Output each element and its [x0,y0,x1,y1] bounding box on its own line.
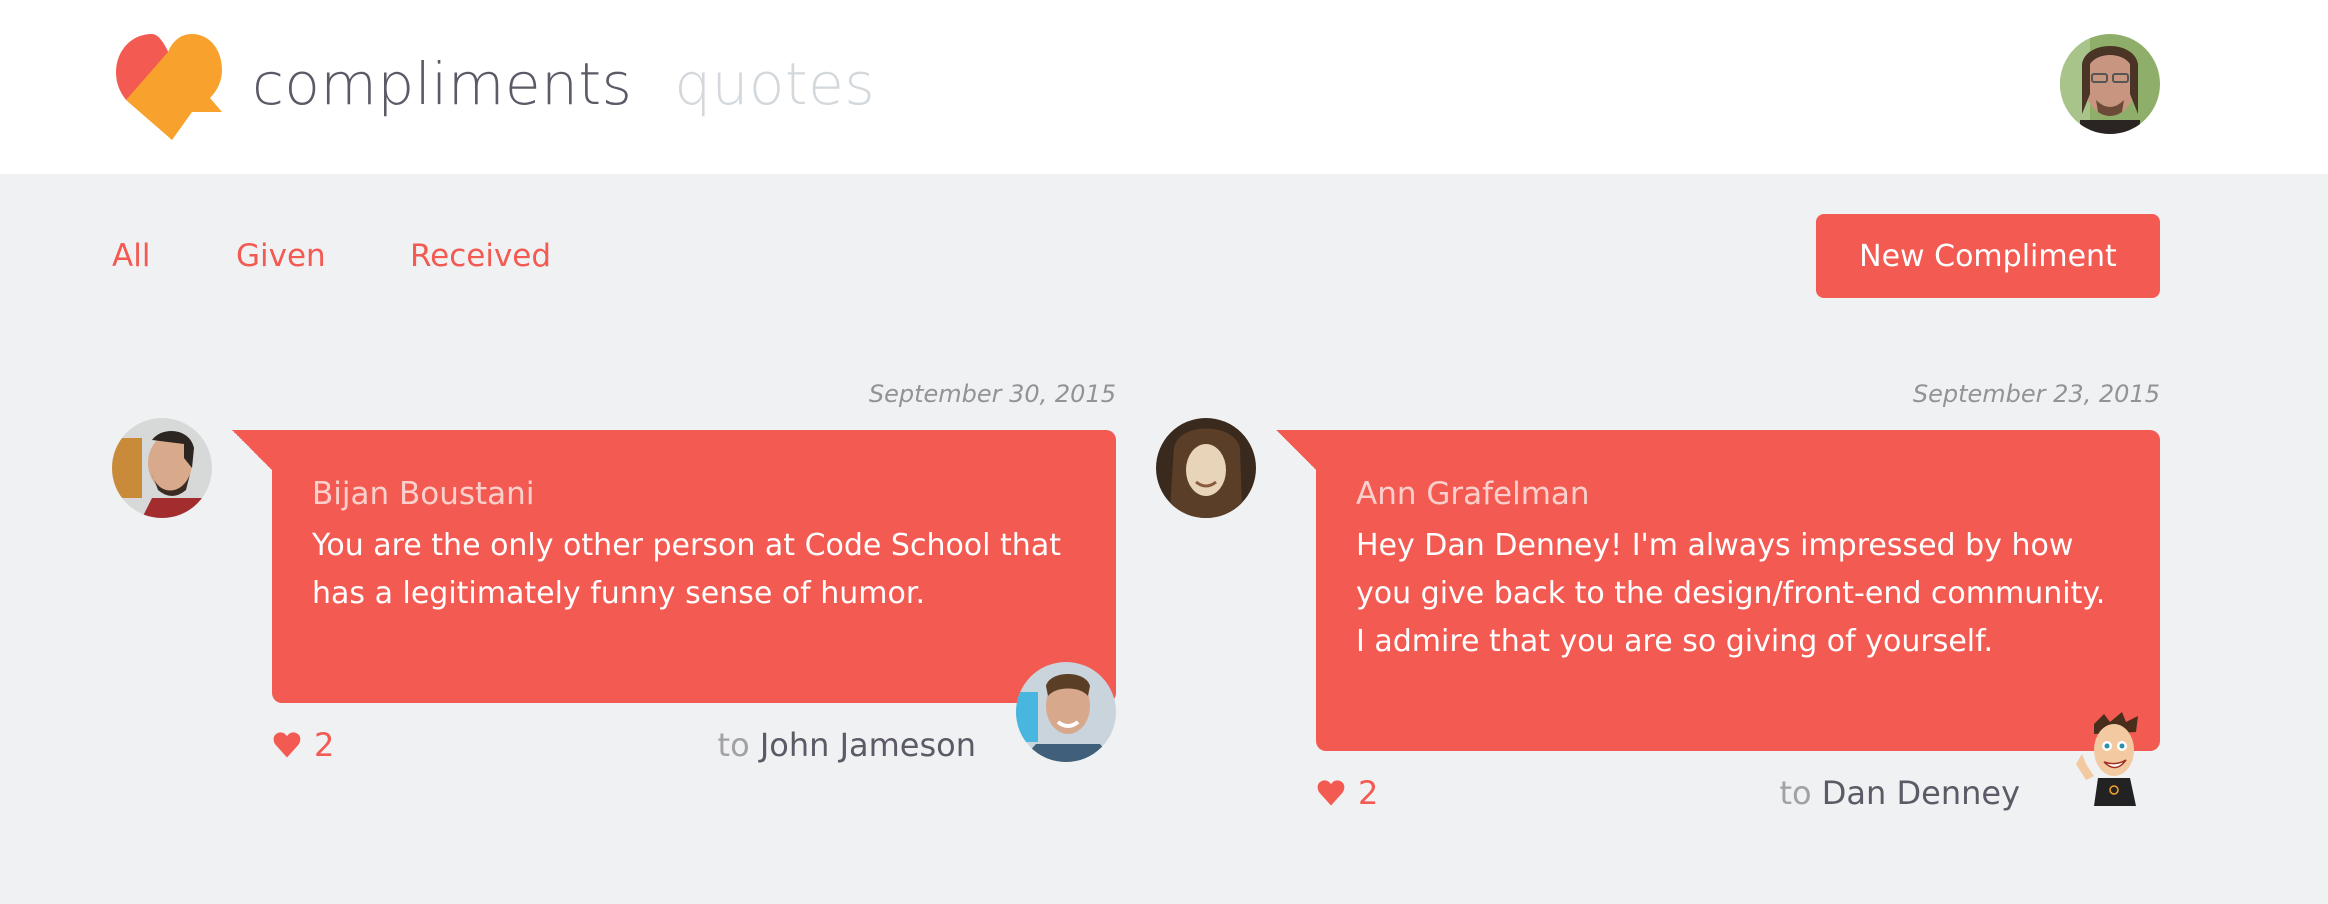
tab-given[interactable]: Given [236,232,326,280]
like-count: 2 [1358,774,1379,812]
to-label: to [717,726,750,764]
bubble-tail [232,430,272,470]
tab-all[interactable]: All [112,232,150,280]
compliment-bubble: Ann Grafelman Hey Dan Denney! I'm always… [1276,430,2160,751]
sender-avatar[interactable] [1156,418,1256,518]
app-header: compliments quotes [0,0,2328,174]
compliment-message: You are the only other person at Code Sc… [312,528,1061,611]
compliment-date: September 23, 2015 [1912,380,2160,408]
recipient-name[interactable]: Dan Denney [1822,774,2020,812]
compliment-message: Hey Dan Denney! I'm always impressed by … [1356,528,2106,659]
tab-received[interactable]: Received [410,232,551,280]
heart-icon [1317,780,1345,806]
bubble-tail [1276,430,1316,470]
like-count: 2 [314,726,335,764]
like-button[interactable]: 2 [1316,774,1378,812]
recipient-avatar[interactable] [2064,710,2164,810]
sender-avatar[interactable] [112,418,212,518]
like-button[interactable]: 2 [272,726,334,764]
compliment-date: September 30, 2015 [868,380,1116,408]
recipient-avatar[interactable] [1016,662,1116,762]
recipient-name[interactable]: John Jameson [760,726,976,764]
brand-quotes[interactable]: quotes [674,50,875,118]
heart-icon [273,732,301,758]
brand-compliments[interactable]: compliments [252,50,632,118]
new-compliment-button[interactable]: New Compliment [1816,214,2160,298]
logo-icon[interactable] [112,32,236,140]
recipient: to John Jameson [718,726,976,764]
brand-title: compliments quotes [252,44,875,124]
to-label: to [1779,774,1812,812]
compliment-bubble: Bijan Boustani You are the only other pe… [232,430,1116,703]
sender-name[interactable]: Ann Grafelman [1356,472,2120,516]
sender-name[interactable]: Bijan Boustani [312,472,1076,516]
user-avatar[interactable] [2060,34,2160,134]
recipient: to Dan Denney [1779,774,2020,812]
